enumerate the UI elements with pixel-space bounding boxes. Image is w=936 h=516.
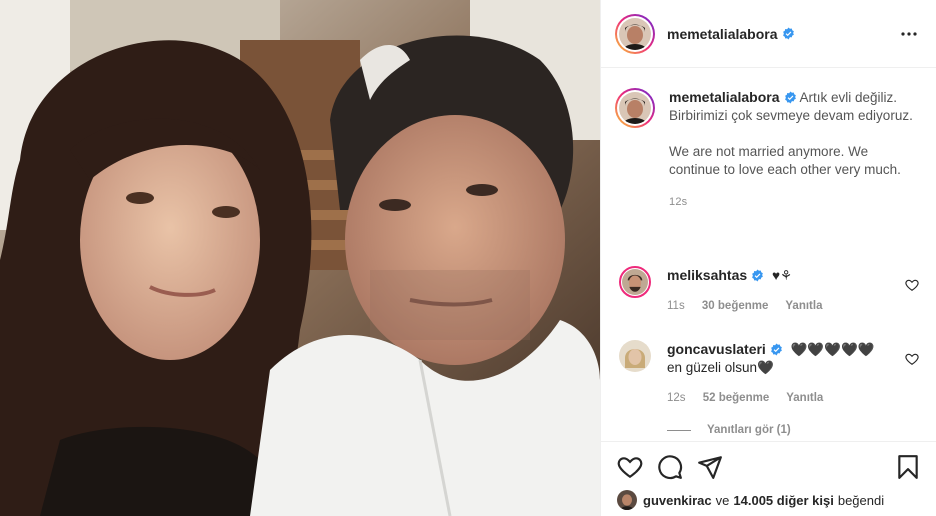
post-time[interactable]: 12s xyxy=(669,193,919,211)
more-options-button[interactable] xyxy=(897,22,921,46)
caption-username[interactable]: memetalialabora xyxy=(669,89,780,105)
author-avatar-image xyxy=(619,17,651,50)
replies-divider-line xyxy=(667,429,691,431)
post-photo[interactable] xyxy=(0,0,600,516)
heart-icon[interactable] xyxy=(617,454,643,480)
instagram-post-modal: memetalialabora memetalialabora Artık ev… xyxy=(0,0,936,516)
likes-suffix: beğendi xyxy=(837,492,885,508)
more-horizontal-icon xyxy=(901,32,917,36)
comment-avatar-image xyxy=(622,269,648,295)
view-replies-button[interactable]: Yanıtları gör (1) xyxy=(667,424,791,436)
post-header: memetalialabora xyxy=(601,0,936,68)
comment-reply-button[interactable]: Yanıtla xyxy=(785,300,822,312)
comment-icon[interactable] xyxy=(657,454,683,480)
verified-badge-icon xyxy=(752,269,764,282)
comment-like-heart-icon[interactable] xyxy=(905,352,919,366)
comment-time[interactable]: 11s xyxy=(667,300,685,312)
caption-author-avatar[interactable] xyxy=(615,88,655,128)
comment-text: ♥⚘ xyxy=(771,268,793,283)
author-username[interactable]: memetalialabora xyxy=(667,26,778,42)
comment-meta: 11s 30 beğenme Yanıtla xyxy=(667,297,887,315)
liker-avatar-image xyxy=(617,490,637,510)
view-replies-label: Yanıtları gör (1) xyxy=(707,424,791,436)
post-caption: memetalialabora Artık evli değiliz. Birb… xyxy=(615,88,927,211)
post-side-panel: memetalialabora memetalialabora Artık ev… xyxy=(600,0,936,516)
caption-text-en: We are not married anymore. We continue … xyxy=(669,144,901,177)
liker-username[interactable]: guvenkirac xyxy=(643,493,712,508)
comment-avatar[interactable] xyxy=(619,266,651,298)
likes-count[interactable]: 14.005 diğer kişi xyxy=(733,493,833,508)
comment-username[interactable]: meliksahtas xyxy=(667,267,747,283)
comment-reply-button[interactable]: Yanıtla xyxy=(786,392,823,404)
post-actions-bar: guvenkirac ve 14.005 diğer kişi beğendi xyxy=(601,441,936,516)
comment-time[interactable]: 12s xyxy=(667,392,686,404)
comment-avatar-image xyxy=(619,340,651,372)
likes-summary: guvenkirac ve 14.005 diğer kişi beğendi xyxy=(617,490,884,510)
verified-badge-icon xyxy=(784,91,796,104)
verified-badge-icon xyxy=(782,27,794,40)
liker-avatar[interactable] xyxy=(617,490,637,510)
comment-avatar[interactable] xyxy=(619,340,651,372)
selfie-couple-image xyxy=(0,0,600,516)
likes-connector: ve xyxy=(715,492,730,508)
comment-item: meliksahtas ♥⚘ 11s 30 beğenme Yanıtla xyxy=(615,266,927,315)
comment-like-heart-icon[interactable] xyxy=(905,278,919,292)
comment-likes[interactable]: 30 beğenme xyxy=(702,300,768,312)
comment-likes[interactable]: 52 beğenme xyxy=(703,392,769,404)
caption-author-avatar-image xyxy=(619,92,651,124)
share-icon[interactable] xyxy=(697,454,723,480)
comment-item: goncavuslateri 🖤🖤🖤🖤🖤 en güzeli olsun🖤 12… xyxy=(615,340,927,407)
bookmark-icon[interactable] xyxy=(895,454,921,480)
verified-badge-icon xyxy=(770,343,782,356)
author-avatar[interactable] xyxy=(615,13,655,54)
comment-username[interactable]: goncavuslateri xyxy=(667,341,766,357)
comment-meta: 12s 52 beğenme Yanıtla xyxy=(667,389,887,407)
